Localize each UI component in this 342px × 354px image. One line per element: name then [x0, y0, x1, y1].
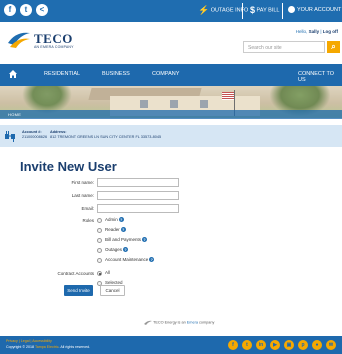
nav-business[interactable]: BUSINESS — [102, 71, 130, 77]
role-account-maintenance-label: Account Maintenance — [105, 257, 149, 262]
address-label: Address: — [50, 130, 67, 134]
email-icon[interactable]: ✉ — [326, 340, 336, 350]
role-admin-radio[interactable] — [97, 218, 102, 223]
last-name-input[interactable] — [97, 191, 179, 200]
facebook-icon[interactable]: f — [4, 4, 16, 16]
copyright-suffix: . All rights reserved. — [58, 345, 91, 349]
role-reader-option[interactable]: Reader? — [105, 227, 126, 233]
emera-prefix: TECO Energy is an — [153, 320, 187, 325]
role-outages-option[interactable]: Outages? — [105, 247, 129, 253]
role-account-maintenance-radio[interactable] — [97, 258, 102, 263]
contract-all-radio[interactable] — [97, 271, 102, 276]
page-title: Invite New User — [20, 159, 117, 174]
help-icon[interactable]: ? — [120, 227, 126, 233]
linkedin-icon[interactable]: in — [256, 340, 266, 350]
role-admin-option[interactable]: Admin? — [105, 217, 124, 223]
roles-label: Roles — [82, 218, 94, 223]
contract-all-label[interactable]: All — [105, 270, 110, 275]
facebook-icon[interactable]: f — [228, 340, 238, 350]
copyright-prefix: Copyright © 2018 — [6, 345, 35, 349]
role-reader-label: Reader — [105, 227, 120, 232]
twitter-icon[interactable]: t — [242, 340, 252, 350]
dollar-icon: $ — [250, 5, 256, 15]
breadcrumb-bar — [0, 110, 342, 119]
help-icon[interactable]: ? — [123, 247, 129, 253]
copyright: Copyright © 2018 Tampa Electric. All rig… — [6, 345, 90, 349]
cancel-button[interactable]: Cancel — [100, 285, 125, 296]
account-number-value: 211000008626 — [22, 135, 48, 139]
copyright-link[interactable]: Tampa Electric — [35, 345, 59, 349]
greeting: Hello, Sally | Log off — [296, 29, 338, 34]
role-outages-label: Outages — [105, 247, 123, 252]
send-invite-button[interactable]: Send Invite — [64, 285, 93, 296]
last-name-label: Last name: — [71, 193, 94, 198]
share-icon[interactable]: < — [36, 4, 48, 16]
role-admin-label: Admin — [105, 217, 118, 222]
nav-company[interactable]: COMPANY — [152, 71, 179, 77]
divider — [282, 3, 283, 19]
outage-info-link[interactable]: ⚡ OUTAGE INFO — [198, 5, 248, 15]
plug-icon — [5, 131, 15, 142]
pay-bill-link[interactable]: $ PAY BILL — [250, 5, 279, 15]
emera-suffix: company — [197, 320, 215, 325]
role-account-maintenance-option[interactable]: Account Maintenance? — [105, 257, 155, 263]
role-bill-payments-option[interactable]: Bill and Payments? — [105, 237, 148, 243]
greeting-prefix: Hello, — [295, 29, 309, 34]
account-number-label: Account #: — [22, 130, 42, 134]
logoff-link[interactable]: Log off — [323, 29, 338, 34]
logo-tagline: AN EMERA COMPANY — [34, 45, 74, 49]
youtube-icon[interactable]: ▶ — [270, 340, 280, 350]
role-bill-payments-radio[interactable] — [97, 238, 102, 243]
email-label: Email: — [81, 206, 94, 211]
pinterest-icon[interactable]: p — [298, 340, 308, 350]
breadcrumb-home[interactable]: HOME — [8, 112, 21, 117]
emera-tagline: TECO Energy is an Emera company — [144, 320, 214, 325]
contract-accounts-label: Contract Accounts — [57, 271, 94, 276]
instagram-icon[interactable]: ▣ — [284, 340, 294, 350]
user-icon — [288, 6, 295, 14]
twitter-icon[interactable]: t — [20, 4, 32, 16]
pay-bill-label: PAY BILL — [256, 7, 280, 14]
teco-logo-icon[interactable] — [6, 29, 32, 49]
divider — [242, 3, 243, 19]
first-name-label: First name: — [71, 180, 94, 185]
your-account-menu[interactable]: YOUR ACCOUNT ▾ — [288, 5, 342, 15]
help-icon[interactable]: ? — [118, 217, 124, 223]
address-value: 812 TREMONT GREENS LN SUN CITY CENTER FL… — [50, 135, 162, 139]
first-name-input[interactable] — [97, 178, 179, 187]
email-input[interactable] — [97, 204, 179, 213]
footer-links[interactable]: Privacy | Legal | Accessibility — [6, 339, 52, 343]
role-outages-radio[interactable] — [97, 248, 102, 253]
flickr-icon[interactable]: ● — [312, 340, 322, 350]
emera-link[interactable]: Emera — [187, 321, 198, 325]
search-icon[interactable]: ⌕ — [327, 41, 340, 53]
your-account-label: YOUR ACCOUNT — [297, 7, 342, 13]
search-input[interactable]: Search our site — [243, 41, 325, 53]
lightning-icon: ⚡ — [198, 5, 210, 15]
emera-logo-icon — [144, 320, 152, 325]
role-reader-radio[interactable] — [97, 228, 102, 233]
user-name: Sally — [308, 29, 320, 34]
nav-residential[interactable]: RESIDENTIAL — [44, 71, 80, 77]
help-icon[interactable]: ? — [142, 237, 148, 243]
nav-connect-to-us[interactable]: CONNECT TO US — [298, 71, 342, 83]
role-bill-payments-label: Bill and Payments — [105, 237, 142, 242]
home-icon[interactable] — [8, 69, 18, 79]
help-icon[interactable]: ? — [149, 257, 155, 263]
